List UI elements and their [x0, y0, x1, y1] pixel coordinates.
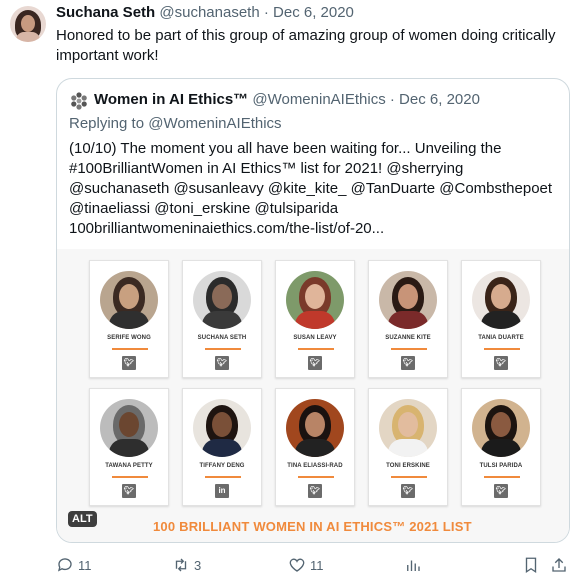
author-handle[interactable]: @suchanaseth	[159, 4, 259, 21]
person-photo	[100, 399, 158, 457]
retweet-count: 3	[194, 557, 202, 573]
person-card: SERIFE WONG 🐦︎	[89, 260, 169, 378]
accent-divider	[205, 348, 241, 350]
person-card: SUSAN LEAVY 🐦︎	[275, 260, 355, 378]
accent-divider	[112, 476, 148, 478]
author-name[interactable]: Suchana Seth	[56, 4, 155, 21]
person-photo	[472, 271, 530, 329]
heart-icon	[289, 558, 305, 572]
person-card: SUZANNE KITE 🐦︎	[368, 260, 448, 378]
avatar-body	[16, 32, 40, 42]
twitter-icon[interactable]: 🐦︎	[308, 356, 322, 370]
tweet-date[interactable]: Dec 6, 2020	[273, 4, 354, 21]
quoted-author-handle[interactable]: @WomeninAIEthics	[252, 91, 385, 108]
person-photo	[193, 399, 251, 457]
reply-button[interactable]: 11	[56, 554, 92, 576]
twitter-icon[interactable]: 🐦︎	[122, 356, 136, 370]
person-name: SUCHANA SETH	[197, 335, 247, 341]
like-count: 11	[310, 557, 324, 573]
person-name: TANIA DUARTE	[478, 335, 524, 341]
replying-to-mention[interactable]: @WomeninAIEthics	[148, 115, 281, 132]
person-name: SUSAN LEAVY	[293, 335, 337, 341]
quoted-header: Women in AI Ethics™ @WomeninAIEthics · D…	[94, 91, 480, 108]
list-image[interactable]: SERIFE WONG 🐦︎ SUCHANA SETH 🐦︎ SUSAN LEAVY 🐦︎…	[57, 249, 569, 542]
accent-divider	[205, 476, 241, 478]
tweet-header: Suchana Seth @suchanaseth · Dec 6, 2020	[56, 4, 354, 21]
person-photo	[100, 271, 158, 329]
person-card: TANIA DUARTE 🐦︎	[461, 260, 541, 378]
person-name: TONI ERSKINE	[386, 463, 430, 469]
accent-divider	[484, 348, 520, 350]
person-card: TINA ELIASSI-RAD 🐦︎	[275, 388, 355, 506]
twitter-icon[interactable]: 🐦︎	[215, 356, 229, 370]
person-photo	[193, 271, 251, 329]
person-card: TULSI PARIDA 🐦︎	[461, 388, 541, 506]
twitter-icon[interactable]: 🐦︎	[122, 484, 136, 498]
person-name: TINA ELIASSI-RAD	[287, 463, 343, 469]
list-banner: 100 BRILLIANT WOMEN IN AI ETHICS™ 2021 L…	[153, 519, 472, 534]
share-icon	[552, 558, 566, 572]
quoted-date[interactable]: Dec 6, 2020	[399, 91, 480, 108]
reply-icon	[57, 558, 72, 572]
twitter-icon[interactable]: 🐦︎	[494, 356, 508, 370]
alt-badge[interactable]: ALT	[68, 511, 97, 527]
quoted-author-name[interactable]: Women in AI Ethics™	[94, 91, 248, 108]
person-name: SUZANNE KITE	[385, 335, 431, 341]
person-name: SERIFE WONG	[107, 335, 151, 341]
retweet-icon	[175, 558, 187, 572]
avatar-face	[21, 15, 35, 32]
accent-divider	[391, 476, 427, 478]
quoted-tweet[interactable]: Women in AI Ethics™ @WomeninAIEthics · D…	[56, 78, 570, 543]
person-name: TAWANA PETTY	[105, 463, 153, 469]
twitter-icon[interactable]: 🐦︎	[308, 484, 322, 498]
bookmark-button[interactable]	[522, 554, 540, 576]
separator-dot: ·	[389, 91, 395, 108]
person-card: TAWANA PETTY 🐦︎	[89, 388, 169, 506]
person-photo	[472, 399, 530, 457]
retweet-button[interactable]: 3	[172, 554, 201, 576]
person-name: TIFFANY DENG	[199, 463, 245, 469]
person-photo	[286, 399, 344, 457]
twitter-icon[interactable]: 🐦︎	[401, 356, 415, 370]
reply-count: 11	[78, 557, 92, 573]
person-name: TULSI PARIDA	[479, 463, 523, 469]
women-in-ai-ethics-logo-icon	[69, 91, 89, 111]
views-button[interactable]	[404, 554, 422, 576]
tweet-text: Honored to be part of this group of amaz…	[56, 27, 556, 64]
twitter-icon[interactable]: 🐦︎	[401, 484, 415, 498]
person-card: SUCHANA SETH 🐦︎	[182, 260, 262, 378]
author-avatar[interactable]	[10, 6, 46, 42]
accent-divider	[298, 476, 334, 478]
person-card: TIFFANY DENG in	[182, 388, 262, 506]
accent-divider	[484, 476, 520, 478]
person-photo	[286, 271, 344, 329]
replying-to: Replying to @WomeninAIEthics	[69, 115, 282, 132]
linkedin-icon[interactable]: in	[215, 484, 229, 498]
twitter-icon[interactable]: 🐦︎	[494, 484, 508, 498]
person-photo	[379, 399, 437, 457]
accent-divider	[298, 348, 334, 350]
bookmark-icon	[525, 557, 537, 574]
share-button[interactable]	[550, 554, 568, 576]
accent-divider	[391, 348, 427, 350]
analytics-icon	[407, 560, 420, 571]
quoted-text: (10/10) The moment you all have been wai…	[69, 140, 553, 237]
person-card: TONI ERSKINE 🐦︎	[368, 388, 448, 506]
like-button[interactable]: 11	[288, 554, 324, 576]
person-photo	[379, 271, 437, 329]
separator-dot: ·	[263, 4, 269, 21]
accent-divider	[112, 348, 148, 350]
action-bar: 11 3 11	[56, 554, 570, 576]
replying-prefix: Replying to	[69, 115, 149, 132]
